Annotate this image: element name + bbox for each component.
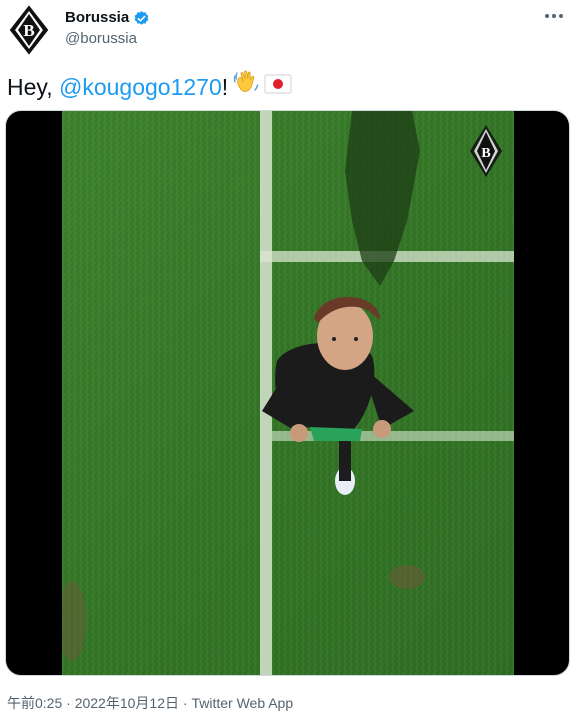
tweet-text-prefix: Hey, [7, 73, 59, 100]
svg-text:B: B [23, 21, 34, 40]
tweet-metadata: 午前0:25 · 2022年10月12日 · Twitter Web App [7, 694, 293, 712]
waving-hand-icon [232, 68, 260, 105]
more-options-button[interactable] [542, 8, 566, 24]
verified-badge-icon [133, 10, 150, 27]
svg-text:B: B [481, 146, 490, 161]
tweet-text-suffix: ! [221, 73, 229, 100]
footer-separator-2: · [179, 695, 192, 711]
more-dots-icon [545, 14, 563, 18]
tweet-time[interactable]: 午前0:25 [7, 695, 62, 711]
tweet-video[interactable]: B [5, 110, 570, 676]
tweet-header: B Borussia @borussia [0, 0, 580, 64]
tweet-source-link[interactable]: Twitter Web App [191, 695, 293, 711]
mention-link[interactable]: @kougogo1270 [59, 70, 222, 104]
video-still: B [62, 111, 514, 675]
tweet-text: Hey, @kougogo1270 ! [7, 68, 292, 105]
author-avatar[interactable]: B [8, 5, 50, 55]
video-frame[interactable]: B [62, 111, 514, 675]
author-display-name[interactable]: Borussia [65, 9, 129, 27]
author-name-row[interactable]: Borussia [65, 9, 150, 27]
author-handle[interactable]: @borussia [65, 30, 137, 48]
japan-flag-icon [264, 70, 292, 104]
borussia-crest-icon: B [9, 5, 49, 55]
footer-separator: · [62, 695, 75, 711]
tweet-date[interactable]: 2022年10月12日 [75, 695, 179, 711]
